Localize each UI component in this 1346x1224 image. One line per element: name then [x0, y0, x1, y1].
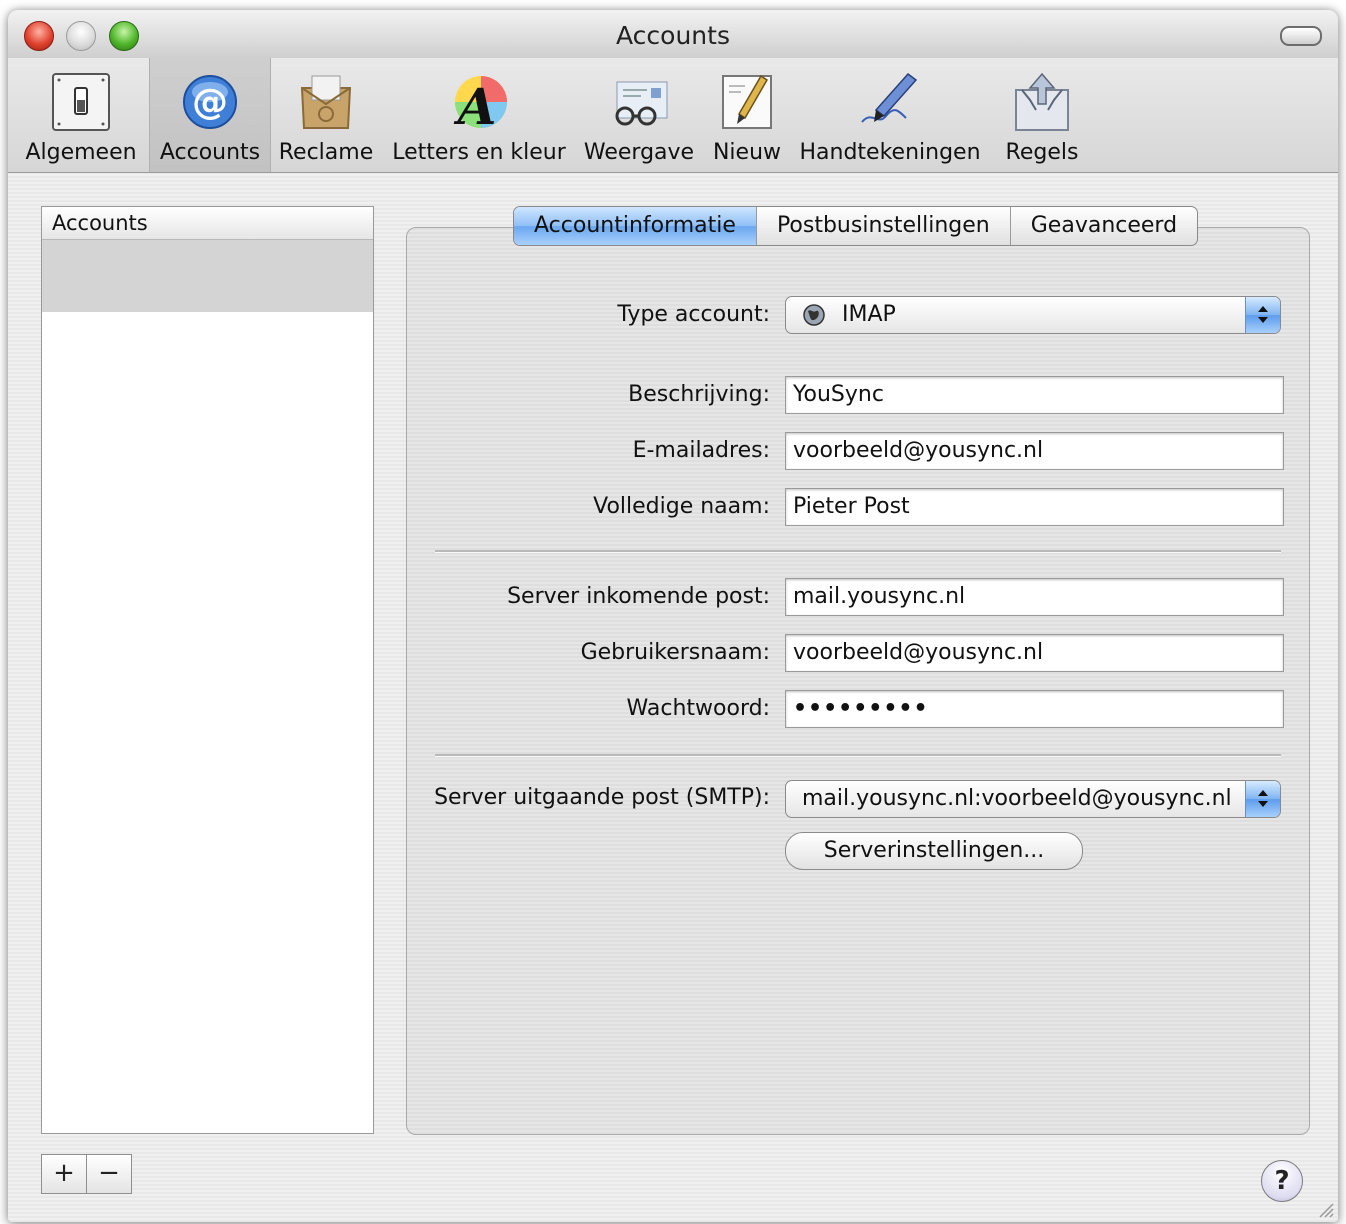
server-settings-button[interactable]: Serverinstellingen...	[785, 832, 1083, 870]
smtp-server-label: Server uitgaande post (SMTP):	[434, 785, 770, 810]
toolbar-label: Reclame	[278, 140, 374, 165]
title-bar: Accounts	[8, 10, 1338, 59]
toolbar-label: Handtekeningen	[799, 140, 981, 165]
tab-accountinformatie[interactable]: Accountinformatie	[514, 207, 757, 245]
toolbar-item-regels[interactable]: Regels	[998, 58, 1086, 172]
accounts-list-header: Accounts	[42, 207, 373, 240]
section-divider	[435, 550, 1281, 553]
popup-arrows-icon	[1245, 297, 1280, 333]
toolbar-item-algemeen[interactable]: Algemeen	[16, 58, 146, 172]
remove-account-button[interactable]: −	[86, 1154, 132, 1194]
type-account-label: Type account:	[617, 302, 770, 327]
add-account-button[interactable]: +	[41, 1154, 87, 1194]
toolbar-label: Weergave	[583, 140, 695, 165]
help-button[interactable]: ?	[1261, 1160, 1303, 1202]
email-label: E-mailadres:	[632, 438, 770, 463]
account-type-popup[interactable]: IMAP	[785, 296, 1281, 334]
toolbar-item-accounts[interactable]: @ Accounts	[149, 58, 271, 172]
tab-geavanceerd[interactable]: Geavanceerd	[1011, 207, 1197, 245]
toolbar-item-nieuw[interactable]: Nieuw	[705, 58, 789, 172]
toolbar-item-letters-en-kleur[interactable]: A Letters en kleur	[386, 58, 572, 172]
junk-mail-icon	[300, 75, 352, 129]
smtp-server-value: mail.yousync.nl:voorbeeld@yousync.nl	[802, 786, 1232, 811]
rules-icon	[1015, 72, 1069, 131]
toolbar-item-weergave[interactable]: Weergave	[581, 58, 697, 172]
svg-text:@: @	[192, 82, 228, 123]
preferences-window: Accounts Algemeen @ Accounts Reclame A L…	[8, 10, 1338, 1222]
full-name-label: Volledige naam:	[593, 494, 770, 519]
svg-text:A: A	[454, 77, 497, 134]
resize-grip-icon[interactable]	[1316, 1200, 1334, 1218]
section-divider	[435, 754, 1281, 757]
signature-pen-icon	[861, 72, 918, 123]
description-label: Beschrijving:	[628, 382, 770, 407]
account-info-panel	[406, 227, 1310, 1135]
username-label: Gebruikersnaam:	[580, 640, 770, 665]
list-item[interactable]	[42, 240, 373, 312]
switch-icon	[52, 73, 110, 131]
account-type-value: IMAP	[842, 302, 896, 327]
toolbar-label: Accounts	[159, 140, 261, 165]
glasses-icon	[615, 81, 668, 126]
toolbar-label: Regels	[1005, 140, 1079, 165]
accounts-list[interactable]: Accounts	[41, 206, 374, 1134]
toolbar-label: Letters en kleur	[392, 140, 566, 165]
email-field[interactable]: voorbeeld@yousync.nl	[785, 432, 1284, 470]
username-field[interactable]: voorbeeld@yousync.nl	[785, 634, 1284, 672]
tab-bar: Accountinformatie Postbusinstellingen Ge…	[513, 206, 1199, 246]
toolbar-toggle-button[interactable]	[1280, 26, 1322, 46]
full-name-field[interactable]: Pieter Post	[785, 488, 1284, 526]
incoming-server-field[interactable]: mail.yousync.nl	[785, 578, 1284, 616]
toolbar-label: Algemeen	[25, 140, 137, 165]
popup-arrows-icon	[1245, 781, 1280, 817]
smtp-server-popup[interactable]: mail.yousync.nl:voorbeeld@yousync.nl	[785, 780, 1281, 818]
toolbar-item-reclame[interactable]: Reclame	[272, 58, 380, 172]
toolbar-label: Nieuw	[712, 140, 782, 165]
password-field[interactable]: •••••••••	[785, 690, 1284, 728]
font-color-icon: A	[454, 76, 507, 134]
tab-postbusinstellingen[interactable]: Postbusinstellingen	[757, 207, 1011, 245]
window-title: Accounts	[616, 21, 730, 50]
incoming-server-label: Server inkomende post:	[507, 584, 770, 609]
preferences-toolbar: Algemeen @ Accounts Reclame A Letters en…	[8, 58, 1338, 173]
at-sign-icon: @	[183, 75, 237, 129]
description-field[interactable]: YouSync	[785, 376, 1284, 414]
password-label: Wachtwoord:	[626, 696, 770, 721]
globe-icon	[803, 304, 825, 326]
compose-icon	[722, 74, 772, 129]
toolbar-item-handtekeningen[interactable]: Handtekeningen	[798, 58, 982, 172]
